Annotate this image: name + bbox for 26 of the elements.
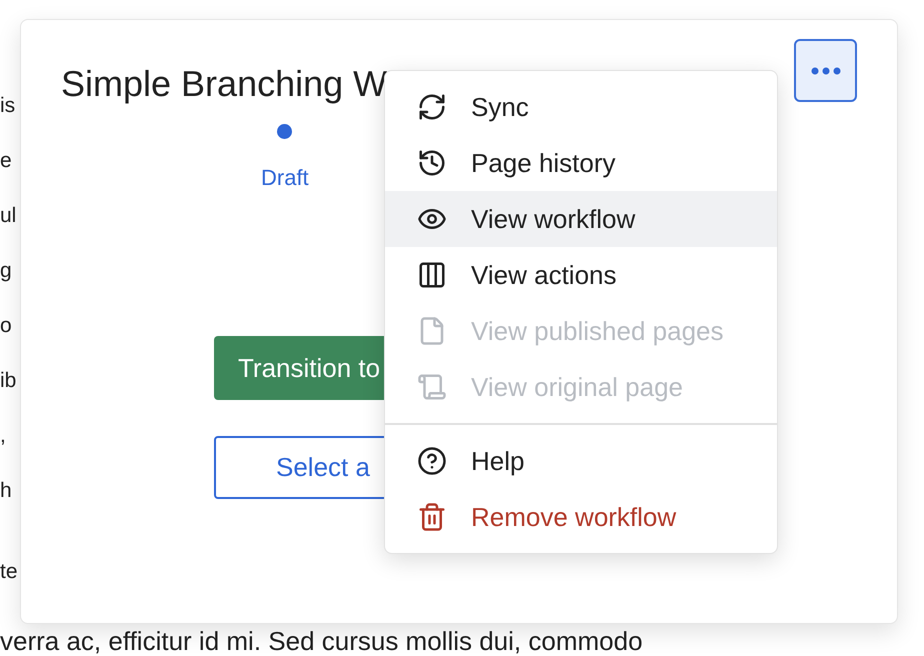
body-text-line: verra ac, efficitur id mi. Sed cursus mollis dui, commodo <box>0 626 643 656</box>
body-text-fragment: , <box>0 423 6 449</box>
body-text-fragment: g <box>0 258 12 284</box>
sync-icon <box>417 92 447 122</box>
step-label: Draft <box>261 164 309 192</box>
trash-icon <box>417 502 447 532</box>
more-icon <box>810 66 840 74</box>
columns-icon <box>417 260 447 290</box>
scroll-icon <box>417 372 447 402</box>
history-icon <box>417 148 447 178</box>
body-text-fragment: o <box>0 313 12 339</box>
body-text-fragment: is <box>0 93 16 119</box>
body-text-fragment: ul <box>0 203 16 229</box>
help-icon <box>417 446 447 476</box>
menu-item[interactable]: View actions <box>385 247 777 303</box>
more-options-button[interactable] <box>794 39 857 102</box>
body-text-fragment: h <box>0 478 12 504</box>
menu-item[interactable]: View workflow <box>385 191 777 247</box>
menu-item[interactable]: Help <box>385 433 777 489</box>
dialog-title: Simple Branching W <box>61 62 388 106</box>
body-text-fragment: ib <box>0 368 16 394</box>
menu-item[interactable]: Remove workflow <box>385 489 777 545</box>
body-text-fragment: e <box>0 148 12 174</box>
menu-item[interactable]: Sync <box>385 79 777 135</box>
body-text-fragment: te <box>0 559 18 585</box>
menu-item[interactable]: Page history <box>385 135 777 191</box>
